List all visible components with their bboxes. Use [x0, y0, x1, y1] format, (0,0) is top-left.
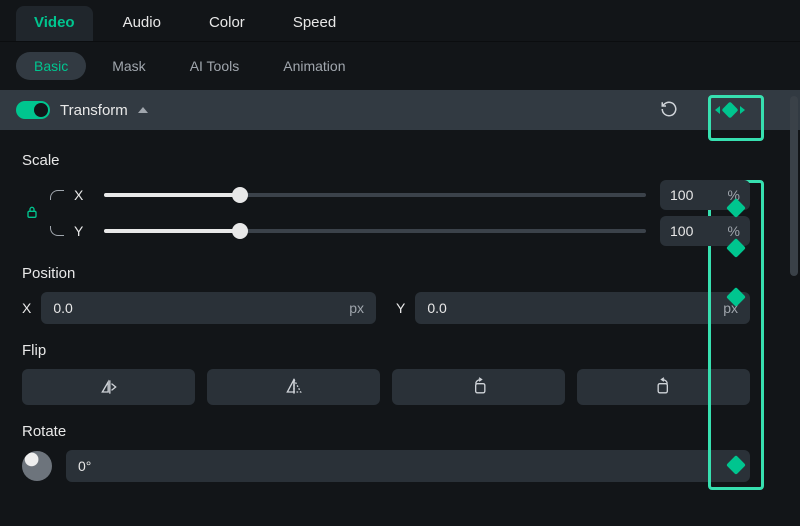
keyframe-icon — [721, 101, 739, 119]
scale-label: Scale — [22, 152, 750, 169]
value: 100 — [670, 187, 693, 203]
tab-video[interactable]: Video — [16, 6, 93, 41]
rotate-label: Rotate — [22, 423, 750, 440]
axis-x-label: X — [74, 187, 90, 203]
keyframe-icon — [726, 455, 746, 475]
subtab-label: AI Tools — [190, 58, 240, 74]
tab-speed[interactable]: Speed — [275, 6, 354, 41]
keyframe-icon — [726, 198, 746, 218]
sub-tab-bar: Basic Mask AI Tools Animation — [0, 42, 800, 90]
transform-keyframe-button[interactable] — [710, 94, 750, 126]
subtab-animation[interactable]: Animation — [265, 52, 363, 80]
scale-x-keyframe-button[interactable] — [724, 201, 748, 215]
link-arc-icon — [50, 190, 64, 200]
position-x-input[interactable]: 0.0 px — [41, 292, 376, 324]
transform-panel: Scale X 100 % Y 100 % — [0, 130, 800, 482]
scale-y-slider[interactable] — [104, 229, 646, 233]
rotate-cw-button[interactable] — [577, 369, 750, 405]
rotate-keyframe-button[interactable] — [724, 458, 748, 472]
flip-vertical-button[interactable] — [207, 369, 380, 405]
rotate-ccw-icon — [469, 377, 489, 397]
position-label: Position — [22, 265, 750, 282]
tab-label: Video — [34, 14, 75, 31]
rotate-input[interactable]: 0° — [66, 450, 750, 482]
scale-x-slider[interactable] — [104, 193, 646, 197]
link-arc-icon — [50, 226, 64, 236]
reset-icon[interactable] — [660, 100, 678, 121]
tab-audio[interactable]: Audio — [105, 6, 179, 41]
subtab-basic[interactable]: Basic — [16, 52, 86, 80]
flip-vertical-icon — [284, 377, 304, 397]
rotate-cw-icon — [654, 377, 674, 397]
value: 100 — [670, 223, 693, 239]
flip-horizontal-icon — [99, 378, 119, 396]
rotate-row: 0° — [22, 450, 750, 482]
keyframe-icon — [726, 287, 746, 307]
value: 0° — [78, 458, 91, 474]
flip-horizontal-button[interactable] — [22, 369, 195, 405]
position-row: X 0.0 px Y 0.0 px — [22, 292, 750, 324]
top-tab-bar: Video Audio Color Speed — [0, 0, 800, 42]
tab-label: Audio — [123, 14, 161, 31]
flip-label: Flip — [22, 342, 750, 359]
tab-label: Color — [209, 14, 245, 31]
subtab-mask[interactable]: Mask — [94, 52, 163, 80]
rotate-ccw-button[interactable] — [392, 369, 565, 405]
collapse-icon[interactable] — [138, 107, 148, 113]
value: 0.0 — [53, 300, 72, 316]
rotate-dial[interactable] — [22, 451, 52, 481]
transform-toggle[interactable] — [16, 101, 50, 119]
axis-y-label: Y — [396, 300, 405, 316]
subtab-label: Basic — [34, 58, 68, 74]
lock-icon[interactable] — [24, 204, 40, 223]
position-y-input[interactable]: 0.0 px — [415, 292, 750, 324]
keyframe-icon — [726, 238, 746, 258]
subtab-label: Mask — [112, 58, 145, 74]
flip-row — [22, 369, 750, 405]
section-title: Transform — [60, 102, 128, 119]
value: 0.0 — [427, 300, 446, 316]
axis-y-label: Y — [74, 223, 90, 239]
tab-color[interactable]: Color — [191, 6, 263, 41]
subtab-label: Animation — [283, 58, 345, 74]
position-keyframe-button[interactable] — [724, 290, 748, 304]
scrollbar[interactable] — [790, 96, 798, 276]
unit: px — [349, 300, 364, 316]
unit: % — [728, 223, 740, 239]
subtab-ai[interactable]: AI Tools — [172, 52, 258, 80]
scale-y-keyframe-button[interactable] — [724, 241, 748, 255]
tab-label: Speed — [293, 14, 336, 31]
axis-x-label: X — [22, 300, 31, 316]
transform-header: Transform — [0, 90, 800, 130]
